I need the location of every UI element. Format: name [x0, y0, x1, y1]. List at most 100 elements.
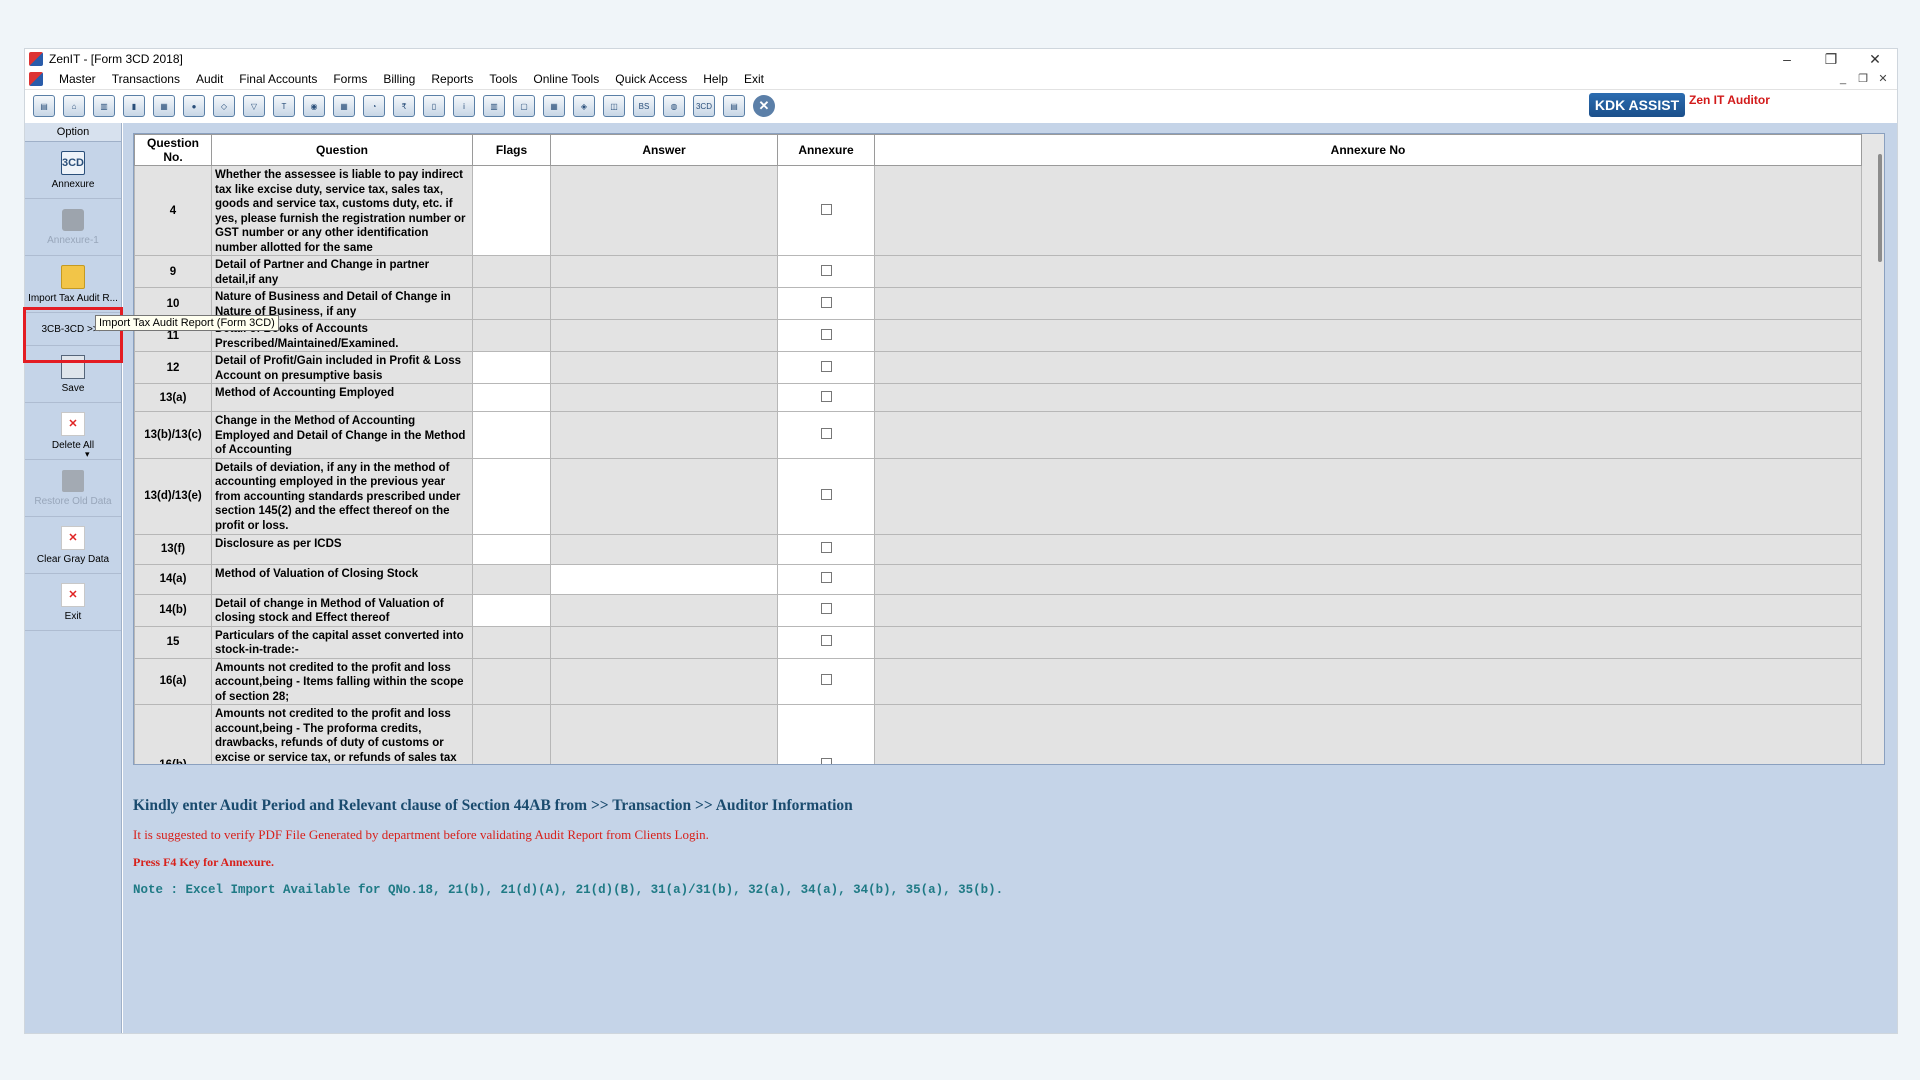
clear-gray-data-button[interactable]: ✕ Clear Gray Data	[25, 517, 121, 574]
header-question[interactable]: Question	[211, 134, 473, 166]
table-row[interactable]: 14(a) Method of Valuation of Closing Stoc…	[134, 563, 1862, 595]
answer-cell[interactable]	[550, 533, 778, 565]
table-row[interactable]: 15 Particulars of the capital asset conve…	[134, 625, 1862, 659]
annexure-no-cell[interactable]	[874, 411, 1862, 459]
answer-cell[interactable]	[550, 383, 778, 412]
answer-cell[interactable]	[550, 625, 778, 659]
annexure-checkbox[interactable]	[820, 489, 832, 500]
annexure-no-cell[interactable]	[874, 563, 1862, 595]
toolbar-info-icon[interactable]: i	[453, 95, 475, 117]
answer-cell[interactable]	[550, 165, 778, 256]
restore-old-data-button[interactable]: Restore Old Data	[25, 460, 121, 517]
table-row[interactable]: 11 Detail of Books of Accounts Prescribed…	[134, 319, 1862, 352]
exit-button[interactable]: ✕ Exit	[25, 574, 121, 631]
annexure-checkbox[interactable]	[820, 264, 832, 276]
menu-master[interactable]: Master	[51, 72, 104, 86]
vertical-scrollbar[interactable]	[1878, 154, 1882, 262]
toolbar-pay-icon[interactable]: ₹	[393, 95, 415, 117]
annexure-no-cell[interactable]	[874, 319, 1862, 352]
annexure-no-cell[interactable]	[874, 351, 1862, 384]
header-flags[interactable]: Flags	[472, 134, 551, 166]
close-icon[interactable]: ✕	[1853, 49, 1897, 69]
annexure-no-cell[interactable]	[874, 383, 1862, 412]
answer-cell[interactable]	[550, 563, 778, 595]
toolbar-tax-icon[interactable]: T	[273, 95, 295, 117]
flags-cell[interactable]	[472, 383, 551, 412]
menu-quick-access[interactable]: Quick Access	[607, 72, 695, 86]
header-annexure-no[interactable]: Annexure No	[874, 134, 1862, 166]
toolbar-sheet-icon[interactable]: ▤	[723, 95, 745, 117]
kdk-assist-button[interactable]: KDK ASSIST	[1589, 93, 1685, 117]
toolbar-export-icon[interactable]: ◫	[603, 95, 625, 117]
table-row[interactable]: 16(a) Amounts not credited to the profit …	[134, 657, 1862, 705]
table-row[interactable]: 14(b) Detail of change in Method of Valua…	[134, 593, 1862, 627]
annexure-no-cell[interactable]	[874, 704, 1862, 764]
answer-cell[interactable]	[550, 411, 778, 459]
toolbar-tag-icon[interactable]: ◇	[213, 95, 235, 117]
answer-cell[interactable]	[550, 287, 778, 320]
annexure-checkbox[interactable]	[820, 360, 832, 372]
toolbar-shield-icon[interactable]: ◈	[573, 95, 595, 117]
annexure-checkbox[interactable]	[820, 296, 832, 308]
header-annexure[interactable]: Annexure	[777, 134, 875, 166]
toolbar-bs-icon[interactable]: BS	[633, 95, 655, 117]
annexure-no-cell[interactable]	[874, 533, 1862, 565]
annexure-no-cell[interactable]	[874, 593, 1862, 627]
toolbar-home-icon[interactable]: ⌂	[63, 95, 85, 117]
annexure-no-cell[interactable]	[874, 625, 1862, 659]
menu-exit[interactable]: Exit	[736, 72, 772, 86]
header-answer[interactable]: Answer	[550, 134, 778, 166]
answer-cell[interactable]	[550, 657, 778, 705]
flags-cell[interactable]	[472, 533, 551, 565]
table-row[interactable]: 13(d)/13(e) Details of deviation, if any …	[134, 457, 1862, 535]
table-row[interactable]: 13(a) Method of Accounting Employed	[134, 383, 1862, 412]
annexure-checkbox[interactable]	[820, 427, 832, 439]
annexure-checkbox[interactable]	[820, 203, 832, 215]
toolbar-people-icon[interactable]: ◍	[663, 95, 685, 117]
table-row[interactable]: 13(b)/13(c) Change in the Method of Accou…	[134, 411, 1862, 459]
table-row[interactable]: 10 Nature of Business and Detail of Chang…	[134, 287, 1862, 320]
annexure-no-cell[interactable]	[874, 287, 1862, 320]
annexure-checkbox[interactable]	[820, 572, 832, 583]
answer-cell[interactable]	[550, 351, 778, 384]
toolbar-ledger-icon[interactable]: ▥	[93, 95, 115, 117]
menu-audit[interactable]: Audit	[188, 72, 231, 86]
toolbar-pie-icon[interactable]: ◔	[363, 95, 385, 117]
toolbar-report-icon[interactable]: ▥	[483, 95, 505, 117]
menu-transactions[interactable]: Transactions	[104, 72, 188, 86]
answer-cell[interactable]	[550, 704, 778, 764]
toolbar-filter-icon[interactable]: ▽	[243, 95, 265, 117]
annexure-checkbox[interactable]	[820, 674, 832, 686]
menu-billing[interactable]: Billing	[375, 72, 423, 86]
menu-final-accounts[interactable]: Final Accounts	[231, 72, 325, 86]
flags-cell[interactable]	[472, 625, 551, 659]
toolbar-calendar-icon[interactable]: ▦	[543, 95, 565, 117]
flags-cell[interactable]	[472, 351, 551, 384]
annexure-checkbox[interactable]	[820, 328, 832, 340]
table-row[interactable]: 16(b) Amounts not credited to the profit …	[134, 704, 1862, 764]
flags-cell[interactable]	[472, 704, 551, 764]
menu-online-tools[interactable]: Online Tools	[525, 72, 607, 86]
menu-forms[interactable]: Forms	[325, 72, 375, 86]
annexure-1-button[interactable]: Annexure-1	[25, 199, 121, 256]
annexure-checkbox[interactable]	[820, 757, 832, 764]
toolbar-calculator-icon[interactable]: ▦	[333, 95, 355, 117]
table-row[interactable]: 9 Detail of Partner and Change in partner…	[134, 255, 1862, 288]
flags-cell[interactable]	[472, 165, 551, 256]
toolbar-form-icon[interactable]: ▤	[33, 95, 55, 117]
annexure-no-cell[interactable]	[874, 165, 1862, 256]
menu-tools[interactable]: Tools	[481, 72, 525, 86]
header-question-no[interactable]: Question No.	[134, 134, 212, 166]
answer-cell[interactable]	[550, 319, 778, 352]
restore-icon[interactable]: ❐	[1809, 49, 1853, 69]
toolbar-book-icon[interactable]: ▯	[423, 95, 445, 117]
flags-cell[interactable]	[472, 593, 551, 627]
answer-cell[interactable]	[550, 255, 778, 288]
toolbar-search-doc-icon[interactable]: ▢	[513, 95, 535, 117]
mdi-close-icon[interactable]: ✕	[1873, 69, 1893, 89]
minimize-icon[interactable]: –	[1765, 49, 1809, 69]
flags-cell[interactable]	[472, 457, 551, 535]
flags-cell[interactable]	[472, 319, 551, 352]
annexure-checkbox[interactable]	[820, 635, 832, 646]
toolbar-disc-icon[interactable]: ◉	[303, 95, 325, 117]
